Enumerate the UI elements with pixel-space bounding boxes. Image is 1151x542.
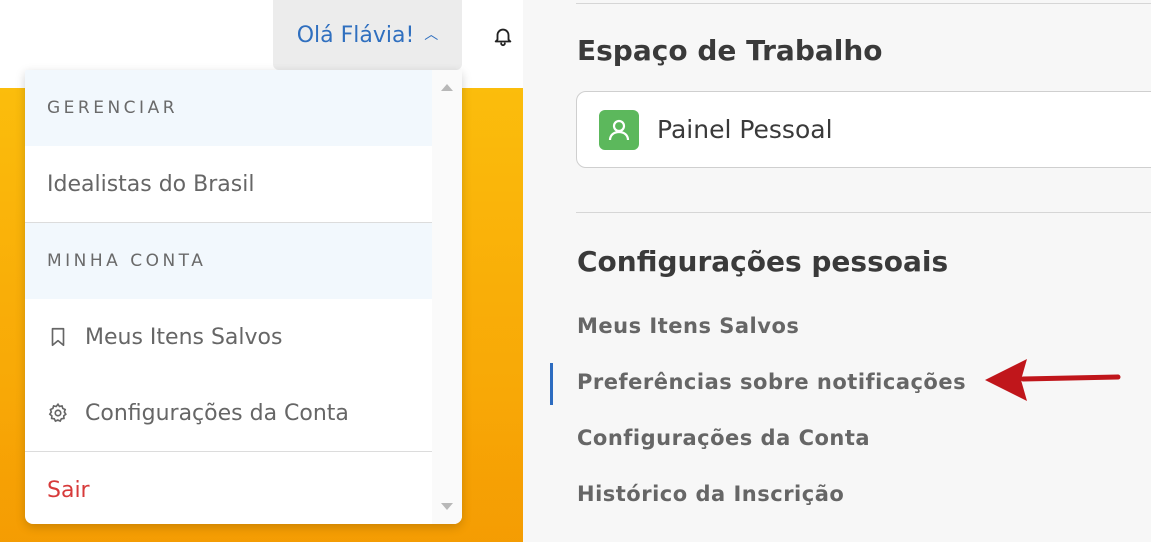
bookmark-icon xyxy=(51,327,65,347)
logout-menu-item[interactable]: Sair xyxy=(25,452,432,524)
user-dropdown-menu: GERENCIAR Idealistas do Brasil MINHA CON… xyxy=(25,70,462,524)
divider xyxy=(576,3,1151,4)
manage-section-heading: GERENCIAR xyxy=(25,70,432,146)
active-indicator xyxy=(550,363,553,405)
divider xyxy=(576,212,1151,213)
saved-items-menu-item[interactable]: Meus Itens Salvos xyxy=(25,299,432,375)
greeting-label: Olá Flávia! xyxy=(296,22,415,48)
account-settings-label: Configurações da Conta xyxy=(85,400,349,426)
gear-icon xyxy=(48,402,67,423)
workspace-name: Painel Pessoal xyxy=(657,115,833,144)
org-menu-label: Idealistas do Brasil xyxy=(47,171,255,197)
bell-icon[interactable] xyxy=(492,24,514,48)
chevron-up-icon: ︿ xyxy=(424,27,439,43)
user-avatar-icon xyxy=(599,109,639,150)
org-menu-item[interactable]: Idealistas do Brasil xyxy=(25,146,432,222)
logout-label: Sair xyxy=(47,477,90,503)
settings-link-notifications[interactable]: Preferências sobre notificações xyxy=(577,370,966,394)
settings-link-subscription-history[interactable]: Histórico da Inscrição xyxy=(577,482,844,506)
workspace-title: Espaço de Trabalho xyxy=(577,34,883,67)
user-menu-button[interactable]: Olá Flávia! ︿ xyxy=(273,0,462,70)
scroll-down-arrow-icon[interactable] xyxy=(441,503,453,510)
left-panel: Olá Flávia! ︿ GERENCIAR Idealistas do Br… xyxy=(0,0,523,542)
red-arrow-icon xyxy=(985,359,1121,401)
account-section-heading: MINHA CONTA xyxy=(25,223,432,299)
workspace-selector[interactable]: Painel Pessoal xyxy=(576,91,1151,168)
settings-link-saved-items[interactable]: Meus Itens Salvos xyxy=(577,314,799,338)
saved-items-label: Meus Itens Salvos xyxy=(85,324,283,350)
personal-settings-title: Configurações pessoais xyxy=(577,245,949,278)
account-settings-menu-item[interactable]: Configurações da Conta xyxy=(25,375,432,451)
right-panel: Espaço de Trabalho Painel Pessoal Config… xyxy=(523,0,1151,542)
scroll-up-arrow-icon[interactable] xyxy=(441,84,453,91)
dropdown-scrollbar[interactable] xyxy=(432,70,462,524)
settings-link-account-settings[interactable]: Configurações da Conta xyxy=(577,426,870,450)
